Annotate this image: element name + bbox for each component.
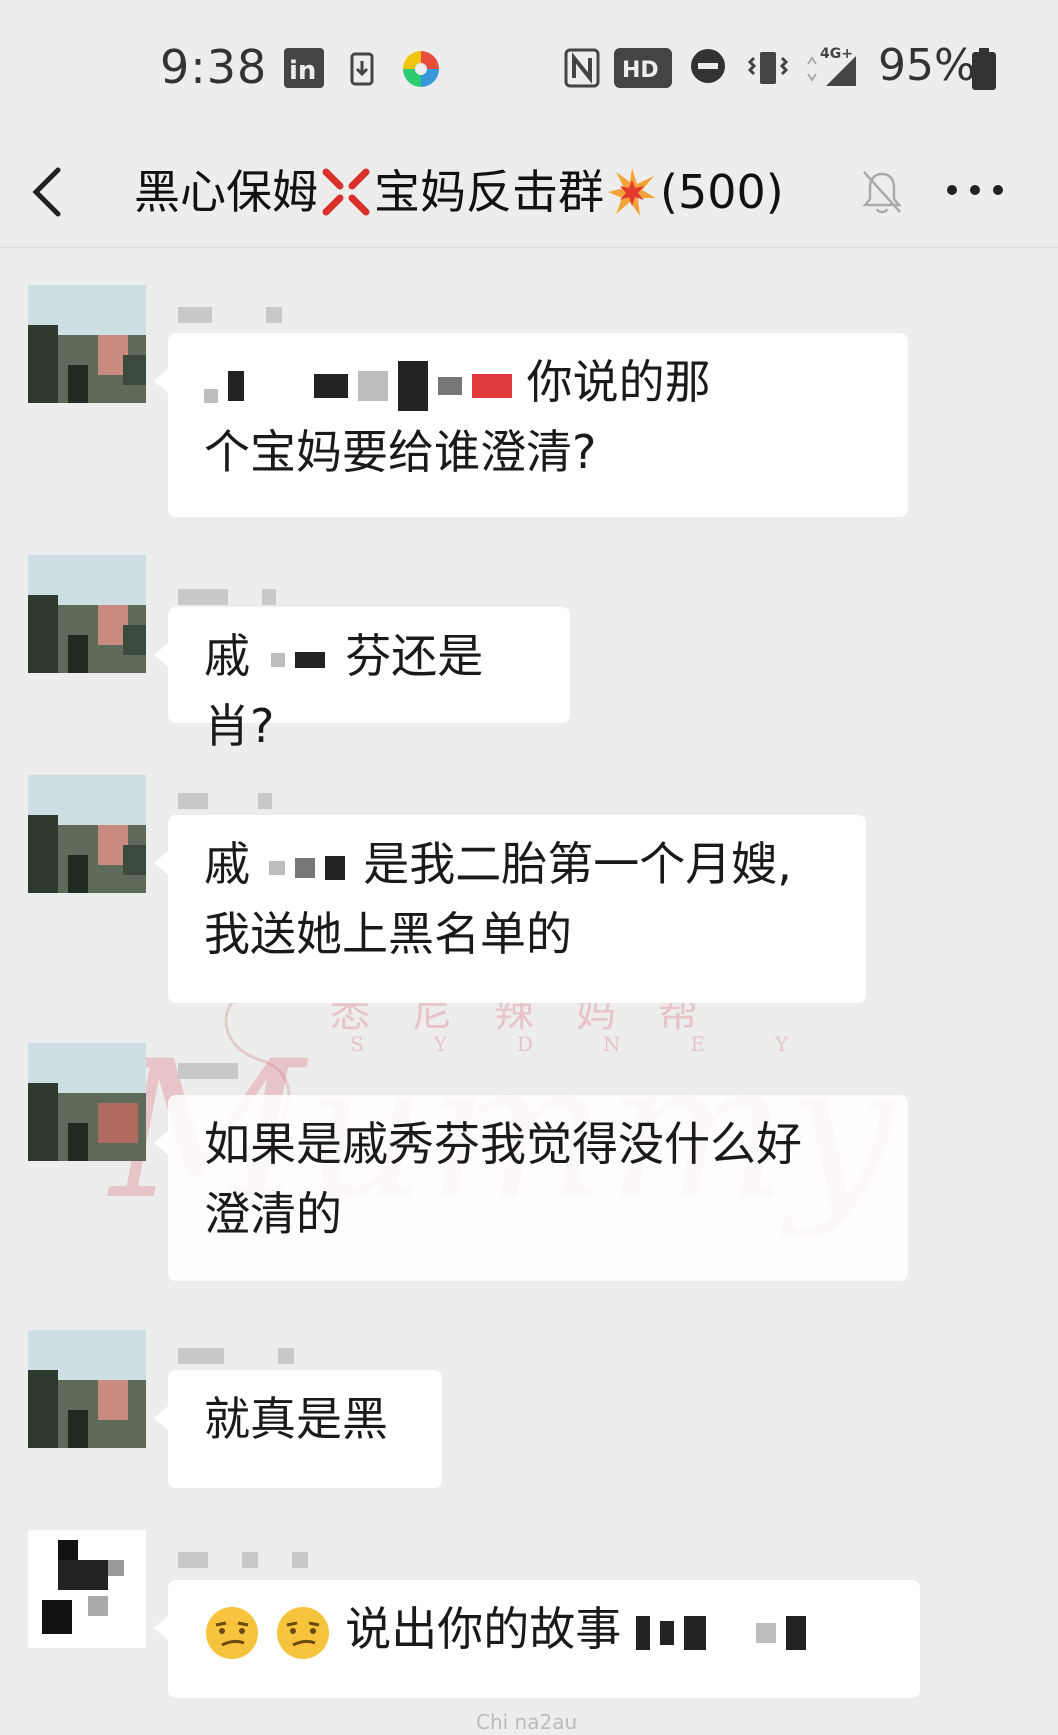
avatar[interactable] [28,1530,146,1648]
member-count: (500) [660,165,784,219]
bottom-watermark: Chi na2au [476,1710,578,1734]
battery-percent: 95% [878,40,976,91]
message-line: 你说的那 [204,347,872,417]
message-bubble[interactable]: 如果是戚秀芬我觉得没什么好 澄清的 [154,1095,908,1281]
redacted-text [635,1615,806,1650]
message-text-line2: 澄清的 [204,1187,342,1241]
vibrate-icon [748,52,788,84]
message-text: 戚 [204,837,250,891]
collision-emoji-icon [608,168,656,216]
message-text: 如果是戚秀芬我觉得没什么好 [204,1117,802,1171]
sender-name [178,1061,238,1081]
sender-name [178,1550,308,1570]
hd-icon: HD [614,48,672,88]
avatar[interactable] [28,775,146,893]
anger-emoji-icon [322,168,370,216]
chat-header: 黑心保姆 宝妈反击群 (500) [0,140,1058,248]
linkedin-icon: in [284,48,324,88]
signal-icon: 4G+ [807,46,856,86]
app-icon [403,51,439,87]
avatar[interactable] [28,1043,146,1161]
svg-text:in: in [289,56,316,86]
svg-text:4G+: 4G+ [820,46,853,62]
message-bubble[interactable]: 你说的那 个宝妈要给谁澄清? [154,333,908,517]
message-text: 说出你的故事 [345,1602,622,1656]
message-bubble[interactable]: 戚 芬还是肖? [154,607,570,753]
smirk-emoji-icon [206,1606,258,1659]
message-text: 就真是黑 [204,1392,388,1446]
status-time: 9:38 [160,40,268,94]
sender-name [178,587,276,607]
battery-icon [972,48,996,90]
message-text: 戚 [204,629,250,683]
mute-bell-icon [862,171,902,214]
avatar[interactable] [28,555,146,673]
dnd-icon [691,49,725,83]
message-text: 你说的那 [526,355,711,409]
message-line: 戚 是我二胎第一个月嫂, [204,829,830,899]
svg-text:HD: HD [622,58,659,83]
download-icon [350,52,374,86]
more-options-icon[interactable] [940,160,1010,220]
chat-title-text-2: 宝妈反击群 [374,165,604,219]
redacted-text [268,855,345,880]
sender-name [178,791,272,811]
watermark-english: SYDNEY [350,1032,859,1056]
message-text-2: 是我二胎第一个月嫂, [363,837,792,891]
sender-name [178,1346,294,1366]
nfc-icon [564,48,600,88]
redacted-text [204,360,512,411]
message-text-line2: 个宝妈要给谁澄清? [204,425,597,479]
sender-name [178,305,282,325]
chat-title: 黑心保姆 宝妈反击群 (500) [134,152,784,232]
message-bubble[interactable]: 就真是黑 [154,1370,442,1488]
status-bar: 9:38 in HD 4G+ 95% [0,0,1058,140]
smirk-emoji-icon [276,1606,329,1659]
chat-title-text: 黑心保姆 [134,165,318,219]
redacted-text [270,651,325,668]
avatar[interactable] [28,1330,146,1448]
avatar[interactable] [28,285,146,403]
message-bubble[interactable]: 戚 是我二胎第一个月嫂, 我送她上黑名单的 [154,815,866,1003]
message-bubble[interactable]: 说出你的故事 [154,1580,920,1698]
message-text-line2: 我送她上黑名单的 [204,907,572,961]
back-arrow-icon[interactable] [18,152,78,232]
